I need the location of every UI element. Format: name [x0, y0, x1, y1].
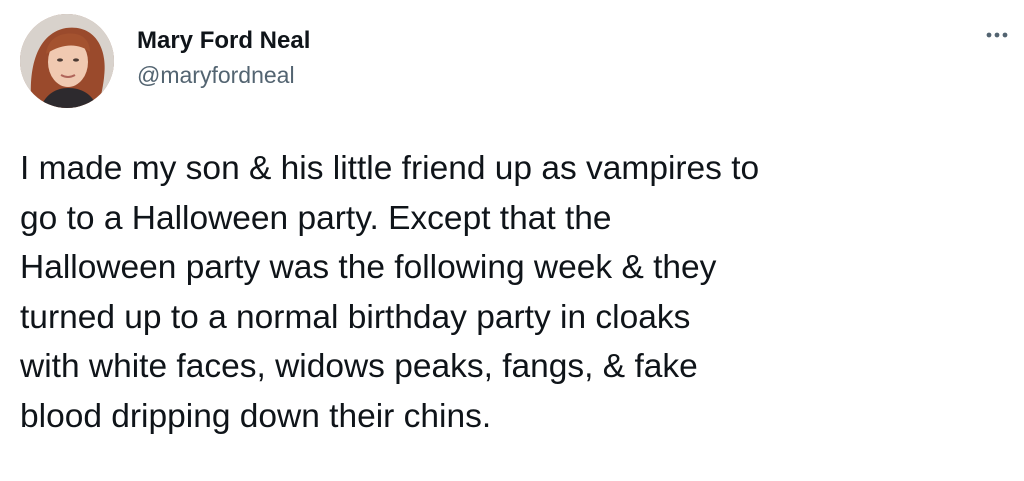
tweet-card: Mary Ford Neal @maryfordneal I made my s…: [0, 0, 1024, 481]
username-handle[interactable]: @maryfordneal: [137, 60, 310, 90]
display-name[interactable]: Mary Ford Neal: [137, 26, 310, 56]
more-options-button[interactable]: [984, 22, 1010, 48]
author-block: Mary Ford Neal @maryfordneal: [137, 26, 310, 90]
more-horizontal-icon: [986, 32, 1008, 38]
profile-photo-icon: [20, 14, 114, 108]
avatar[interactable]: [20, 14, 114, 108]
tweet-text: I made my son & his little friend up as …: [20, 150, 760, 435]
